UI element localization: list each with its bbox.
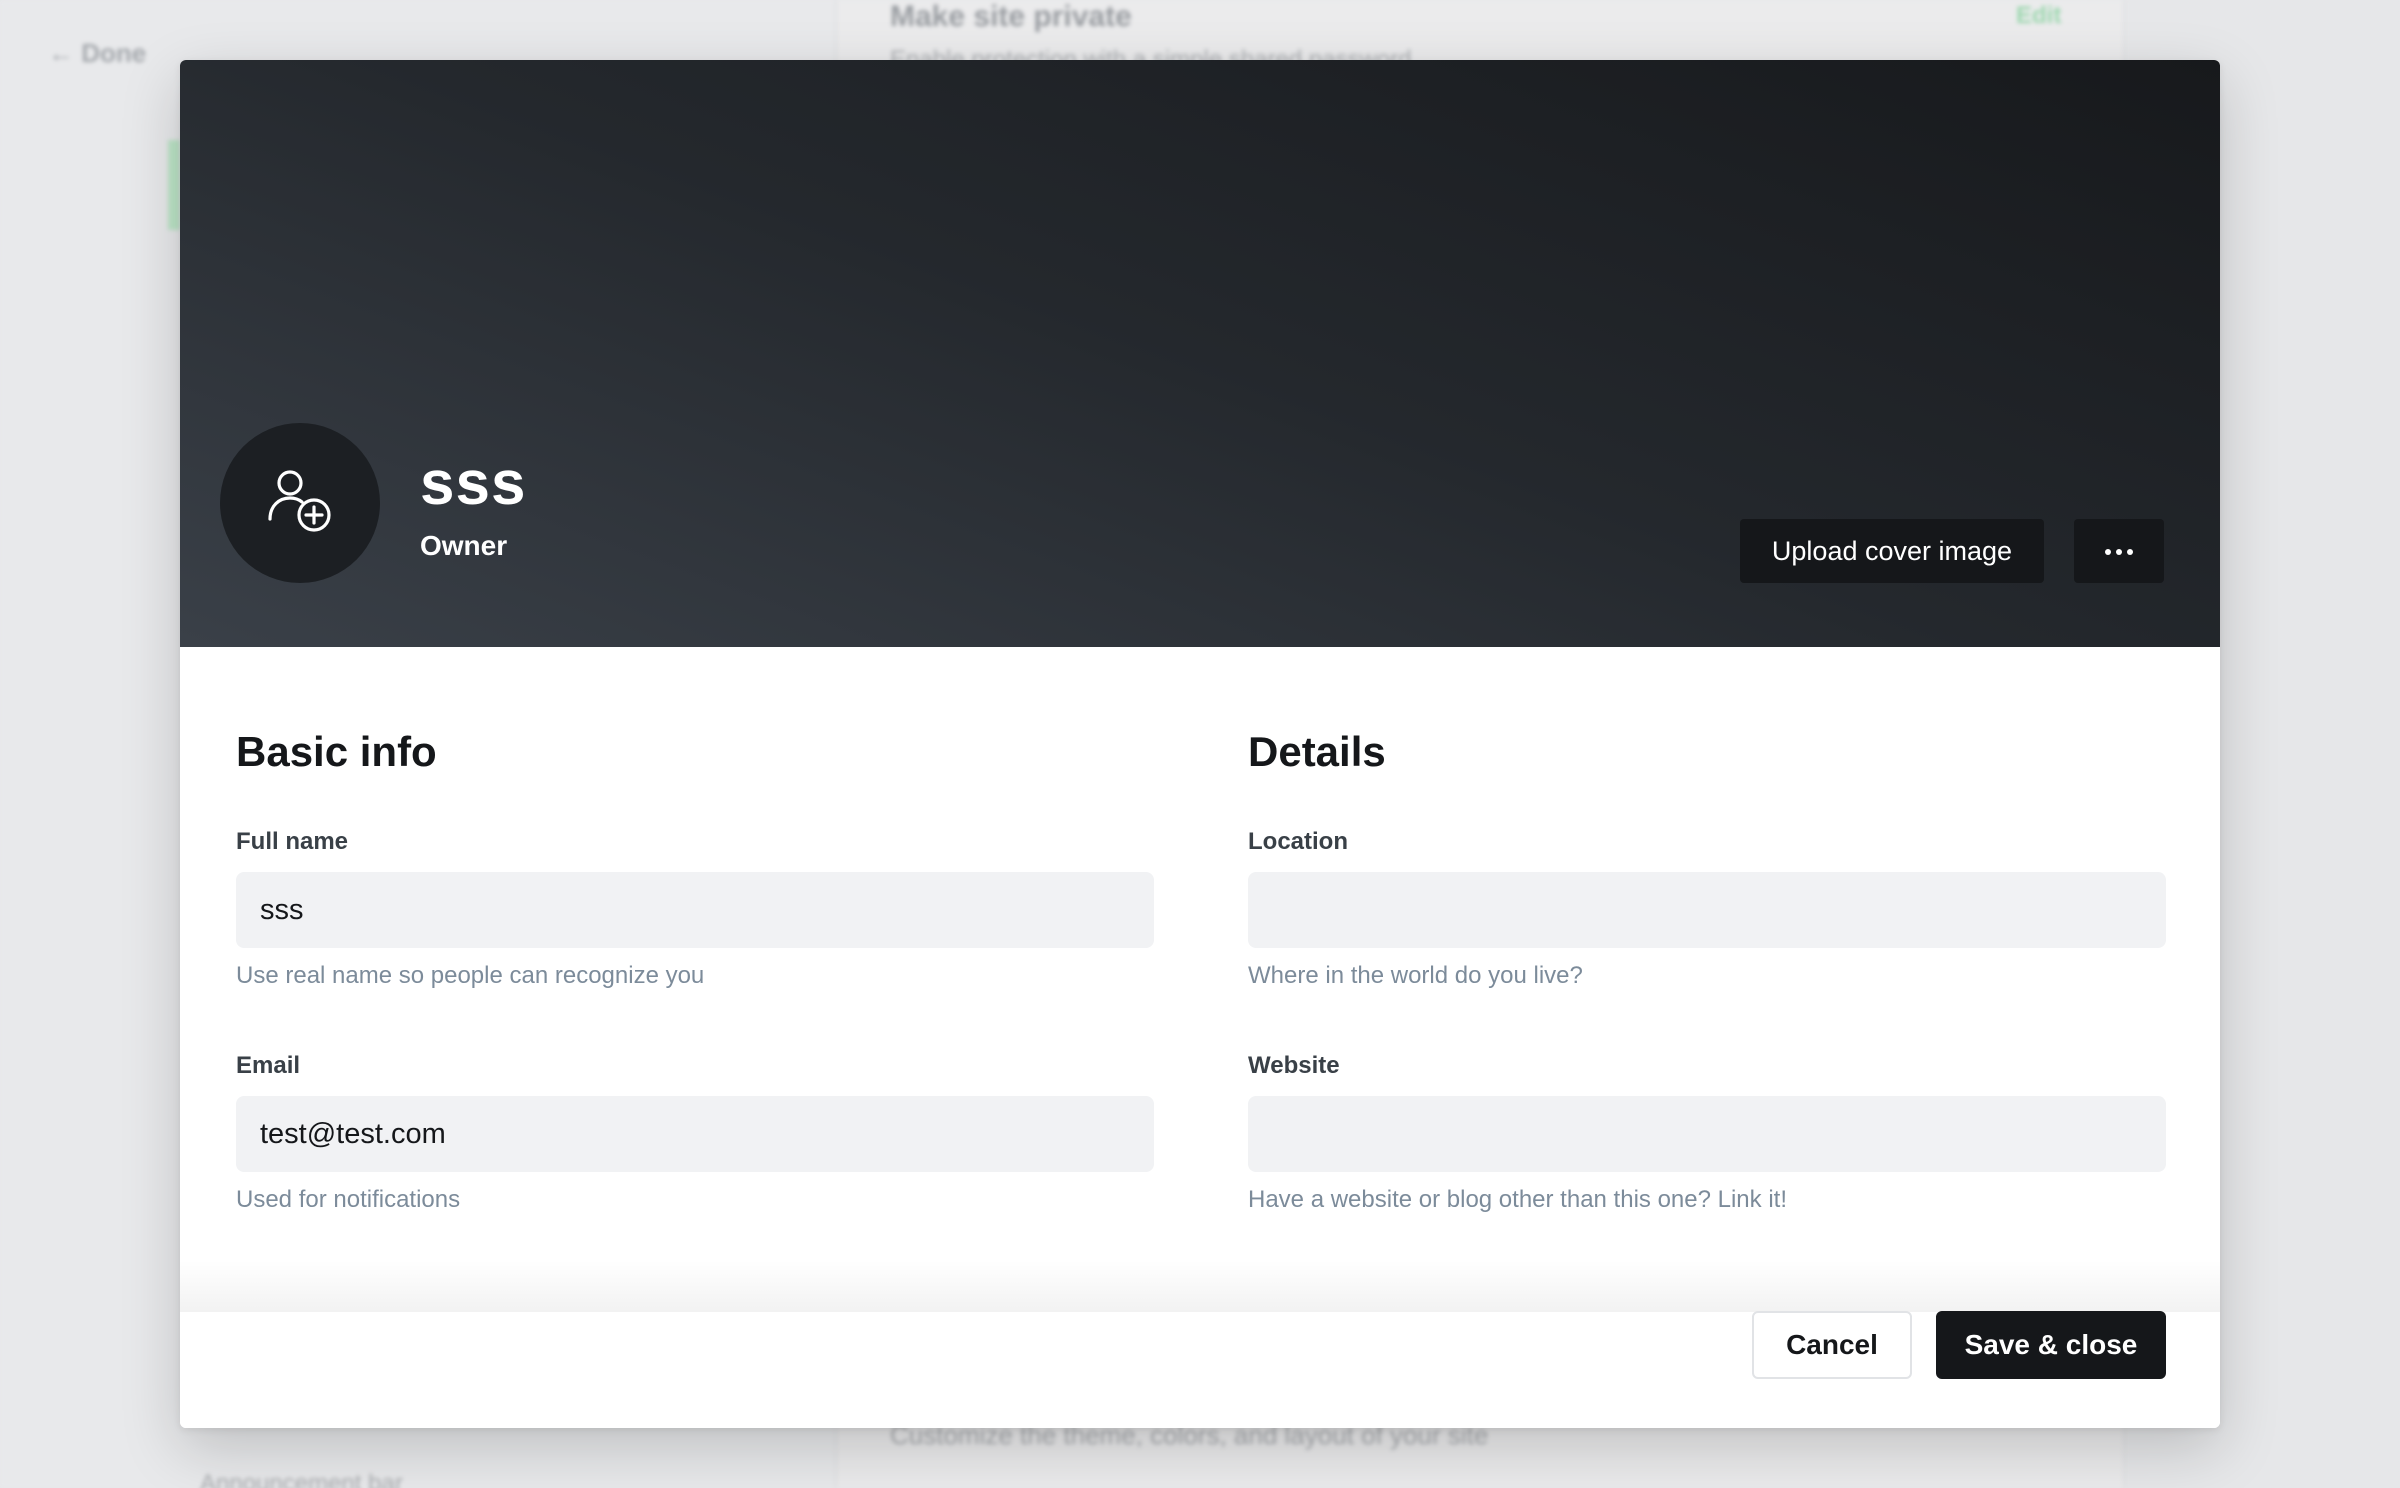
modal-footer xyxy=(180,1312,2220,1428)
website-hint: Have a website or blog other than this o… xyxy=(1248,1186,1787,1213)
profile-role: Owner xyxy=(420,530,508,561)
done-link: ← Done xyxy=(48,38,147,68)
location-hint: Where in the world do you live? xyxy=(1248,962,1583,989)
email-hint: Used for notifications xyxy=(236,1186,461,1213)
background-edit-link: Edit xyxy=(2016,2,2062,29)
more-options-button[interactable] xyxy=(2074,519,2164,583)
full-name-hint: Use real name so people can recognize yo… xyxy=(236,962,705,989)
profile-name: sss xyxy=(420,449,527,518)
email-label: Email xyxy=(236,1052,301,1079)
background-accent xyxy=(168,140,180,230)
user-add-icon xyxy=(262,463,338,544)
cancel-button[interactable]: Cancel xyxy=(1752,1311,1912,1379)
website-label: Website xyxy=(1248,1052,1340,1079)
location-label: Location xyxy=(1248,828,1348,855)
profile-modal: sss Owner Upload cover image Basic info … xyxy=(180,60,2220,1428)
background-section-heading: Make site private xyxy=(890,0,1132,33)
location-input[interactable] xyxy=(1248,872,2166,948)
footer-divider-shadow xyxy=(180,1260,2220,1312)
cover-image: sss Owner Upload cover image xyxy=(180,60,2220,647)
avatar[interactable] xyxy=(220,423,380,583)
full-name-label: Full name xyxy=(236,828,349,855)
background-footer-item: Announcement bar xyxy=(200,1470,403,1488)
save-close-button[interactable]: Save & close xyxy=(1936,1311,2166,1379)
upload-cover-button[interactable]: Upload cover image xyxy=(1740,519,2044,583)
basic-info-title: Basic info xyxy=(236,728,437,775)
website-input[interactable] xyxy=(1248,1096,2166,1172)
email-input[interactable] xyxy=(236,1096,1154,1172)
ellipsis-icon xyxy=(2104,544,2134,559)
full-name-input[interactable] xyxy=(236,872,1154,948)
details-title: Details xyxy=(1248,728,1386,775)
